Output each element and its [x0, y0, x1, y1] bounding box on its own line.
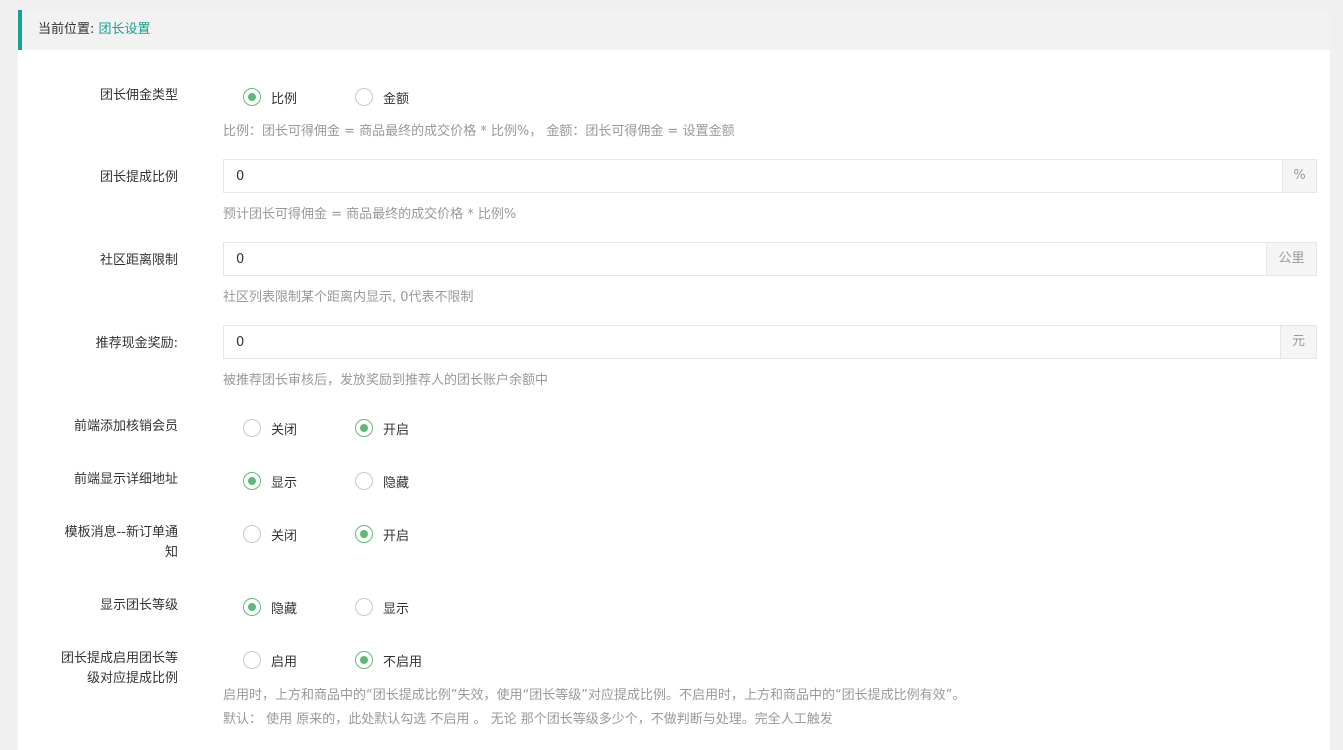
- help-level-ratio-1: 启用时，上方和商品中的“团长提成比例”失效，使用“团长等级”对应提成比例。不启用…: [223, 688, 966, 703]
- radio-show[interactable]: 显示: [243, 470, 297, 492]
- help-commission-type: 比例：团长可得佣金 = 商品最终的成交价格 * 比例%， 金额：团长可得佣金 =…: [223, 124, 735, 139]
- radio-label: 启用: [271, 654, 298, 670]
- label-line: 模板消息--新订单通: [64, 525, 178, 540]
- radio-unchecked-icon: [355, 598, 373, 616]
- label-line: 知: [164, 545, 178, 560]
- radio-enable[interactable]: 启用: [243, 649, 297, 671]
- radio-checked-icon: [243, 598, 261, 616]
- help-level-ratio-2: 默认： 使用 原来的，此处默认勾选 不启用 。 无论 那个团长等级多少个，不做判…: [223, 712, 833, 727]
- label-show-address: 前端显示详细地址: [73, 472, 178, 487]
- radio-close[interactable]: 关闭: [243, 523, 297, 545]
- radio-checked-icon: [243, 472, 261, 490]
- radio-label: 关闭: [271, 422, 298, 438]
- radio-open[interactable]: 开启: [355, 417, 409, 439]
- radio-checked-icon: [243, 88, 261, 106]
- radio-ratio[interactable]: 比例: [243, 86, 297, 108]
- breadcrumb-prefix: 当前位置:: [38, 22, 95, 37]
- radio-checked-icon: [355, 525, 373, 543]
- radio-show[interactable]: 显示: [355, 596, 409, 618]
- radio-hide[interactable]: 隐藏: [355, 470, 409, 492]
- help-referral-reward: 被推荐团长审核后，发放奖励到推荐人的团长账户余额中: [223, 373, 549, 388]
- radio-unchecked-icon: [243, 419, 261, 437]
- radio-unchecked-icon: [243, 525, 261, 543]
- radio-label: 开启: [383, 422, 410, 438]
- radio-label: 隐藏: [271, 601, 298, 617]
- radio-label: 金额: [383, 91, 410, 107]
- radio-checked-icon: [355, 651, 373, 669]
- radio-hide[interactable]: 隐藏: [243, 596, 297, 618]
- radio-unchecked-icon: [355, 472, 373, 490]
- radio-unchecked-icon: [243, 651, 261, 669]
- commission-ratio-group: %: [223, 159, 1317, 193]
- commission-ratio-input[interactable]: [223, 159, 1283, 193]
- radio-label: 关闭: [271, 528, 298, 544]
- distance-limit-input[interactable]: [223, 242, 1267, 276]
- radio-label: 比例: [271, 91, 298, 107]
- breadcrumb-current[interactable]: 团长设置: [99, 22, 151, 37]
- radio-label: 显示: [271, 475, 298, 491]
- radio-label: 显示: [383, 601, 410, 617]
- label-commission-type: 团长佣金类型: [99, 88, 178, 103]
- distance-limit-group: 公里: [223, 242, 1317, 276]
- referral-reward-input[interactable]: [223, 325, 1281, 359]
- referral-reward-group: 元: [223, 325, 1317, 359]
- radio-close[interactable]: 关闭: [243, 417, 297, 439]
- label-distance-limit: 社区距离限制: [99, 253, 178, 268]
- radio-open[interactable]: 开启: [355, 523, 409, 545]
- radio-checked-icon: [355, 419, 373, 437]
- percent-addon: %: [1283, 159, 1317, 193]
- breadcrumb: 当前位置: 团长设置: [18, 10, 1330, 50]
- help-distance-limit: 社区列表限制某个距离内显示, 0代表不限制: [223, 290, 474, 305]
- settings-form: 团长佣金类型 比例 金额 比例：团长可得佣金 = 商品最终的成交价格 * 比例%…: [18, 50, 1330, 750]
- label-template-msg: 模板消息--新订单通 知: [18, 523, 178, 563]
- label-add-verifier: 前端添加核销会员: [73, 419, 178, 434]
- km-addon: 公里: [1267, 242, 1317, 276]
- radio-label: 不启用: [383, 654, 423, 670]
- label-commission-ratio: 团长提成比例: [99, 170, 178, 185]
- radio-label: 开启: [383, 528, 410, 544]
- label-referral-reward: 推荐现金奖励:: [95, 336, 178, 351]
- label-line: 团长提成启用团长等: [60, 651, 178, 666]
- label-show-level: 显示团长等级: [99, 598, 178, 613]
- radio-disable[interactable]: 不启用: [355, 649, 422, 671]
- yuan-addon: 元: [1281, 325, 1317, 359]
- label-level-ratio: 团长提成启用团长等 级对应提成比例: [18, 649, 178, 689]
- radio-amount[interactable]: 金额: [355, 86, 409, 108]
- label-line: 级对应提成比例: [86, 671, 178, 686]
- radio-unchecked-icon: [355, 88, 373, 106]
- help-commission-ratio: 预计团长可得佣金 = 商品最终的成交价格 * 比例%: [223, 207, 517, 222]
- radio-label: 隐藏: [383, 475, 410, 491]
